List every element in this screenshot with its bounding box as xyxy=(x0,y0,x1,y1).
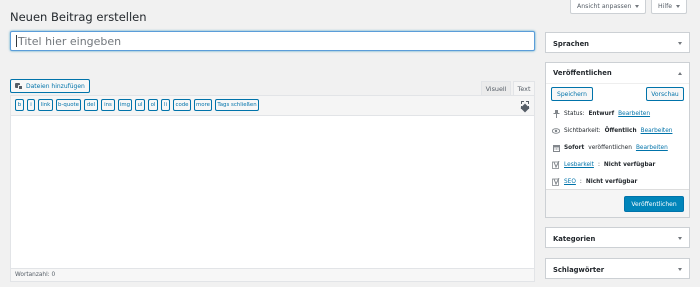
preview-button[interactable]: Vorschau xyxy=(646,87,684,101)
tags-title: Schlagwörter xyxy=(553,265,605,274)
caret-down-icon xyxy=(676,5,681,8)
visibility-label: Sichtbarkeit: xyxy=(564,128,601,134)
languages-header[interactable]: Sprachen xyxy=(546,33,689,54)
edit-schedule-link[interactable]: Bearbeiten xyxy=(636,145,668,151)
visibility-value: Öffentlich xyxy=(604,128,637,134)
languages-title: Sprachen xyxy=(553,39,590,48)
schedule-text: veröffentlichen xyxy=(588,145,632,151)
toggle-down-icon[interactable] xyxy=(678,268,682,271)
status-label: Status: xyxy=(564,111,585,117)
tab-text[interactable]: Text xyxy=(513,81,535,95)
publish-title: Veröffentlichen xyxy=(553,69,612,77)
fullscreen-icon[interactable] xyxy=(520,101,530,112)
title-placeholder: Titel hier eingeben xyxy=(18,34,122,48)
visibility-row: Sichtbarkeit: Öffentlich Bearbeiten xyxy=(552,126,672,136)
readability-link[interactable]: Lesbarkeit xyxy=(564,162,594,168)
categories-title: Kategorien xyxy=(553,234,596,243)
quicktag-italic-button[interactable]: i xyxy=(27,99,35,111)
add-media-label: Dateien hinzufügen xyxy=(26,82,85,90)
seo-link[interactable]: SEO xyxy=(564,179,576,185)
publish-actions: Veröffentlichen xyxy=(546,189,689,217)
quicktag-bold-button[interactable]: b xyxy=(15,99,24,111)
word-count: Wortanzahl: 0 xyxy=(11,268,534,281)
quicktag-link-button[interactable]: link xyxy=(38,99,53,111)
eye-icon xyxy=(552,127,560,135)
tags-header[interactable]: Schlagwörter xyxy=(546,259,689,280)
categories-header[interactable]: Kategorien xyxy=(546,228,689,249)
toggle-down-icon[interactable] xyxy=(678,237,682,240)
seo-row: SEO: Nicht verfügbar xyxy=(552,177,637,187)
edit-visibility-link[interactable]: Bearbeiten xyxy=(641,128,673,134)
quicktag-img-button[interactable]: img xyxy=(118,99,132,111)
text-caret xyxy=(16,35,17,47)
publish-button[interactable]: Veröffentlichen xyxy=(624,196,684,212)
quicktag-code-button[interactable]: code xyxy=(173,99,191,111)
publish-box: Veröffentlichen Speichern Vorschau Statu… xyxy=(545,62,690,218)
tags-box: Schlagwörter xyxy=(545,258,690,279)
edit-status-link[interactable]: Bearbeiten xyxy=(618,111,650,117)
quicktags-toolbar: b i link b-quote del ins img ul ol li co… xyxy=(11,96,534,116)
schedule-bold: Sofort xyxy=(564,145,585,151)
quicktag-more-button[interactable]: more xyxy=(194,99,212,111)
page-title: Neuen Beitrag erstellen xyxy=(10,10,147,24)
quicktag-ins-button[interactable]: ins xyxy=(101,99,115,111)
toggle-up-icon[interactable] xyxy=(678,71,682,75)
languages-box: Sprachen xyxy=(545,32,690,53)
quicktag-close-tags-button[interactable]: Tags schließen xyxy=(215,99,259,111)
post-title-input[interactable]: Titel hier eingeben xyxy=(10,31,535,51)
help-button[interactable]: Hilfe xyxy=(651,0,688,14)
post-editor[interactable]: b i link b-quote del ins img ul ol li co… xyxy=(10,95,535,282)
readability-value: Nicht verfügbar xyxy=(603,162,656,168)
quicktag-del-button[interactable]: del xyxy=(84,99,98,111)
caret-down-icon xyxy=(635,5,640,8)
media-icon xyxy=(15,82,23,90)
status-row: Status: Entwurf Bearbeiten xyxy=(552,109,650,119)
readability-row: Lesbarkeit: Nicht verfügbar xyxy=(552,160,655,170)
quicktag-li-button[interactable]: li xyxy=(161,99,170,111)
toggle-down-icon[interactable] xyxy=(678,42,682,45)
screen-options-button[interactable]: Ansicht anpassen xyxy=(570,0,647,14)
seo-value: Nicht verfügbar xyxy=(585,179,638,185)
schedule-row: Sofort veröffentlichen Bearbeiten xyxy=(552,143,668,153)
tab-visual[interactable]: Visuell xyxy=(481,81,511,95)
screen-options-label: Ansicht anpassen xyxy=(577,3,632,10)
add-media-button[interactable]: Dateien hinzufügen xyxy=(10,79,90,93)
calendar-icon xyxy=(552,144,560,152)
categories-box: Kategorien xyxy=(545,227,690,248)
quicktag-ol-button[interactable]: ol xyxy=(148,99,158,111)
save-draft-button[interactable]: Speichern xyxy=(551,87,593,101)
help-label: Hilfe xyxy=(658,3,673,10)
publish-header[interactable]: Veröffentlichen xyxy=(546,63,689,84)
quicktag-bquote-button[interactable]: b-quote xyxy=(56,99,81,111)
status-value: Entwurf xyxy=(588,111,615,117)
yoast-icon xyxy=(552,161,560,169)
pin-icon xyxy=(552,110,560,118)
yoast-icon xyxy=(552,178,560,186)
quicktag-ul-button[interactable]: ul xyxy=(135,99,145,111)
